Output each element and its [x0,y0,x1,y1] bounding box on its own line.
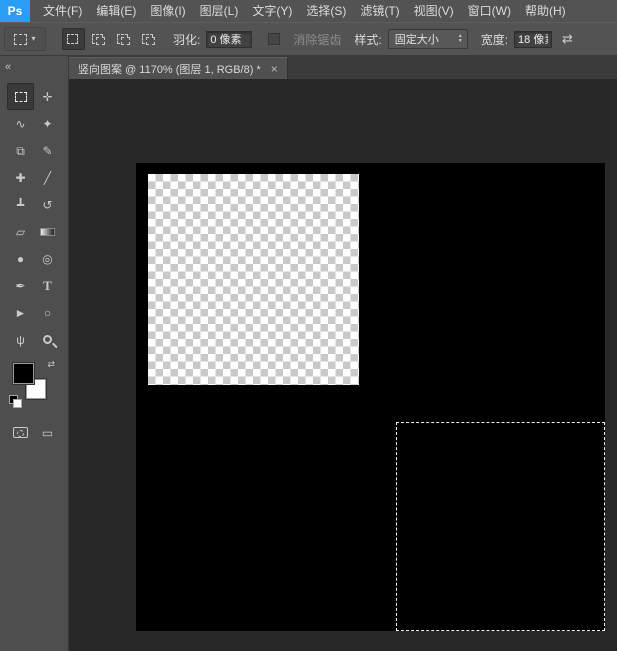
healing-brush-icon: ✚ [15,170,26,185]
edit-in-quick-mask-button[interactable] [7,419,34,446]
gradient-tool[interactable] [34,218,61,245]
document-tab-bar: 竖向图案 @ 1170% (图层 1, RGB/8) * × [69,56,617,79]
tools-grid: ✛ ∿ ✦ ⧉ ✎ ✚ ╱ ┻ ↺ ▱ ● ◎ ✒ T ► ○ ψ [0,83,68,353]
canvas-area[interactable] [69,79,617,651]
feather-input[interactable] [206,30,253,48]
style-dropdown[interactable]: 固定大小 ▲ ▼ [387,29,468,49]
rectangular-marquee-icon [14,91,27,102]
gradient-icon [40,227,55,236]
add-to-selection-icon [92,33,105,45]
brush-icon: ╱ [43,170,52,185]
clone-stamp-icon: ┻ [16,197,25,212]
path-selection-tool[interactable]: ► [7,299,34,326]
history-brush-icon: ↺ [42,197,53,212]
width-input[interactable] [514,30,553,48]
path-selection-icon: ► [14,305,27,320]
clone-stamp-tool[interactable]: ┻ [7,191,34,218]
lasso-icon: ∿ [15,116,26,131]
menu-filter[interactable]: 滤镜(T) [353,0,406,22]
screen-mode-icon: ▭ [41,425,54,440]
document-canvas[interactable] [136,163,605,631]
pen-icon: ✒ [15,278,26,293]
selection-mode-group [62,28,160,50]
hand-tool[interactable]: ψ [7,326,34,353]
lasso-tool[interactable]: ∿ [7,110,34,137]
tool-palette: « ✛ ∿ ✦ ⧉ ✎ ✚ ╱ ┻ ↺ ▱ ● ◎ ✒ T ► ○ ψ ⇄ ▭ [0,56,69,651]
history-brush-tool[interactable]: ↺ [34,191,61,218]
add-to-selection-button[interactable] [87,28,110,50]
menu-edit[interactable]: 编辑(E) [89,0,143,22]
magic-wand-icon: ✦ [42,116,53,131]
style-label: 样式: [354,32,382,47]
photoshop-logo: Ps [0,0,30,22]
intersect-with-selection-icon [142,33,155,45]
dropdown-arrows-icon: ▲ ▼ [458,34,463,44]
type-icon: T [43,278,52,293]
new-selection-icon [67,33,80,45]
new-selection-button[interactable] [62,28,85,50]
dodge-tool[interactable]: ◎ [34,245,61,272]
feather-label: 羽化: [173,32,201,47]
zoom-tool[interactable] [34,326,61,353]
magic-wand-tool[interactable]: ✦ [34,110,61,137]
toolbar-bottom-buttons: ▭ [0,419,68,446]
hand-icon: ψ [16,332,25,347]
eyedropper-tool[interactable]: ✎ [34,137,61,164]
move-tool[interactable]: ✛ [34,83,61,110]
intersect-with-selection-button[interactable] [137,28,160,50]
foreground-color-swatch[interactable] [12,362,35,385]
blur-tool[interactable]: ● [7,245,34,272]
close-icon[interactable]: × [271,63,278,75]
document-tab-title: 竖向图案 @ 1170% (图层 1, RGB/8) * [78,63,261,76]
screen-mode-button[interactable]: ▭ [34,419,61,446]
ellipse-tool[interactable]: ○ [34,299,61,326]
eraser-tool[interactable]: ▱ [7,218,34,245]
swap-width-height-icon[interactable]: ⇄ [562,31,573,47]
brush-tool[interactable]: ╱ [34,164,61,191]
quick-mask-icon [13,427,28,438]
antialias-label: 消除锯齿 [293,32,342,47]
swap-colors-icon[interactable]: ⇄ [47,359,55,370]
menu-items: 文件(F) 编辑(E) 图像(I) 图层(L) 文字(Y) 选择(S) 滤镜(T… [36,0,573,22]
color-swatches: ⇄ [9,359,55,409]
chevron-down-icon: ▾ [31,34,36,43]
zoom-icon [43,335,52,344]
menu-help[interactable]: 帮助(H) [518,0,573,22]
style-dropdown-value: 固定大小 [394,34,439,46]
menu-type[interactable]: 文字(Y) [245,0,299,22]
eyedropper-icon: ✎ [42,143,53,158]
menu-file[interactable]: 文件(F) [36,0,89,22]
rectangular-marquee-icon [14,33,28,45]
blur-icon: ● [16,251,25,266]
dodge-icon: ◎ [42,251,53,266]
subtract-from-selection-icon [117,33,130,45]
move-icon: ✛ [42,89,53,104]
pen-tool[interactable]: ✒ [7,272,34,299]
collapse-panel-button[interactable]: « [0,56,68,77]
spot-healing-brush-tool[interactable]: ✚ [7,164,34,191]
arrow-down-icon: ▼ [457,38,463,44]
width-label: 宽度: [480,32,509,47]
eraser-icon: ▱ [15,224,26,239]
menu-window[interactable]: 窗口(W) [461,0,518,22]
subtract-from-selection-button[interactable] [112,28,135,50]
menu-select[interactable]: 选择(S) [299,0,353,22]
rectangular-marquee-tool[interactable] [7,83,34,110]
crop-tool[interactable]: ⧉ [7,137,34,164]
ellipse-icon: ○ [43,305,52,320]
crop-icon: ⧉ [16,143,25,158]
antialias-checkbox [268,33,281,45]
tool-preset-picker[interactable]: ▾ [4,27,46,51]
options-bar: ▾ 羽化: 消除锯齿 样式: 固定大小 ▲ ▼ 宽度: ⇄ [0,22,617,56]
default-colors-icon[interactable] [9,395,22,408]
marching-ants-selection [396,422,605,631]
menu-bar: Ps 文件(F) 编辑(E) 图像(I) 图层(L) 文字(Y) 选择(S) 滤… [0,0,617,22]
document-tab[interactable]: 竖向图案 @ 1170% (图层 1, RGB/8) * × [69,57,288,79]
transparent-layer-region [148,174,359,385]
menu-layer[interactable]: 图层(L) [193,0,246,22]
menu-view[interactable]: 视图(V) [407,0,461,22]
menu-image[interactable]: 图像(I) [143,0,192,22]
type-tool[interactable]: T [34,272,61,299]
